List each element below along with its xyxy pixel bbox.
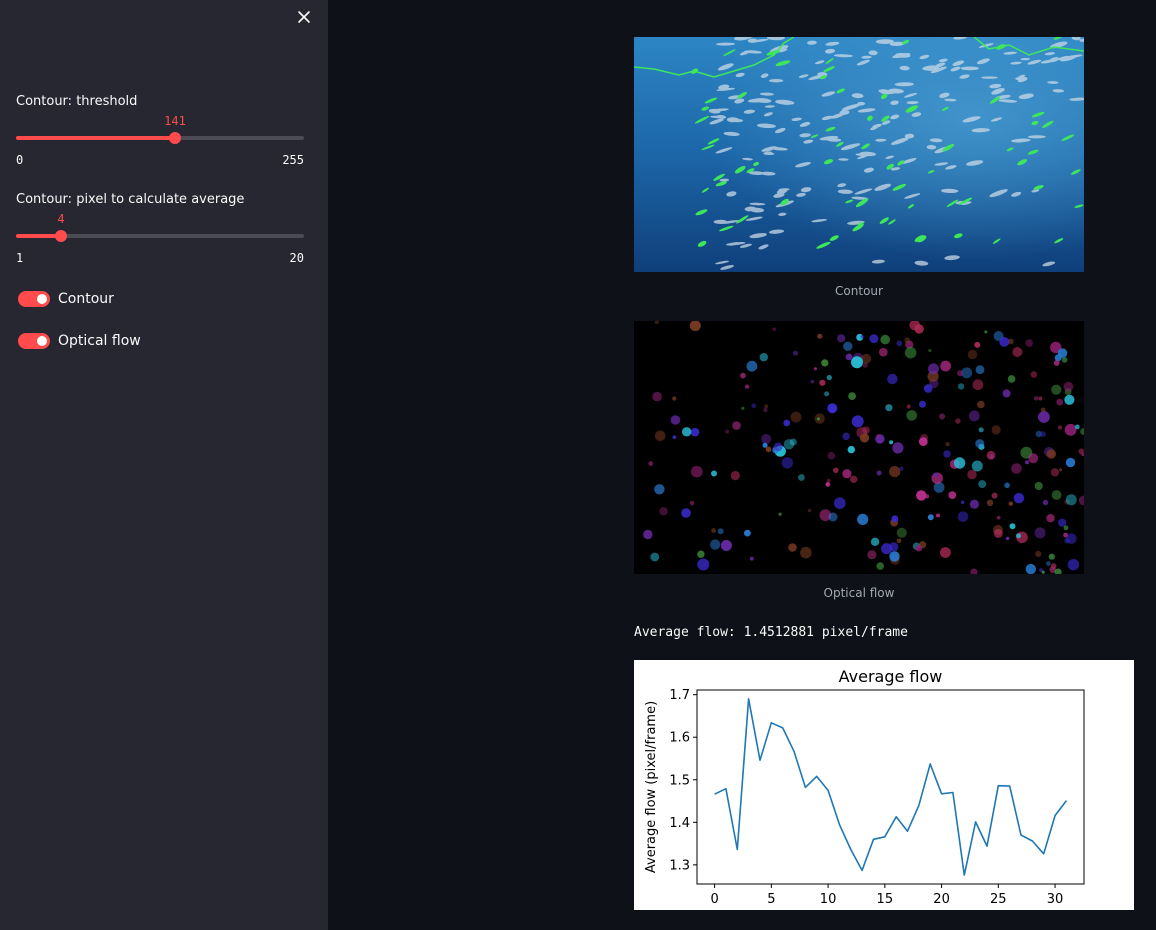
- x-tick-label: 15: [877, 892, 894, 907]
- contour-caption: Contour: [835, 284, 883, 298]
- contour-toggle[interactable]: Contour: [18, 291, 114, 307]
- sidebar: Contour: threshold 141 0 255 Contour: pi…: [0, 0, 328, 930]
- slider-track[interactable]: [16, 230, 304, 242]
- y-tick-label: 1.4: [669, 816, 690, 831]
- chart-title: Average flow: [839, 667, 943, 686]
- x-tick-label: 20: [933, 892, 950, 907]
- toggle-label: Contour: [58, 291, 114, 307]
- average-flow-text: Average flow: 1.4512881 pixel/frame: [634, 625, 908, 640]
- threshold-slider: Contour: threshold 141 0 255: [16, 94, 304, 174]
- x-tick-label: 5: [767, 892, 775, 907]
- slider-max: 255: [282, 153, 304, 167]
- x-tick-label: 0: [710, 892, 718, 907]
- slider-max: 20: [289, 251, 304, 265]
- optical-flow-caption: Optical flow: [823, 586, 895, 600]
- average-flow-chart: Average flow Average flow (pixel/frame) 1.…: [634, 660, 1134, 910]
- optical-flow-image: [634, 321, 1084, 574]
- x-tick-label: 30: [1047, 892, 1064, 907]
- toggle-label: Optical flow: [58, 333, 141, 349]
- y-tick-label: 1.6: [669, 731, 690, 746]
- close-icon[interactable]: [294, 7, 314, 27]
- optical-flow-toggle[interactable]: Optical flow: [18, 333, 141, 349]
- toggle-switch[interactable]: [18, 333, 50, 349]
- slider-value: 4: [57, 212, 65, 226]
- slider-label: Contour: pixel to calculate average: [16, 192, 245, 207]
- slider-value: 141: [164, 114, 186, 128]
- y-tick-label: 1.7: [669, 688, 690, 703]
- x-tick-label: 25: [990, 892, 1007, 907]
- series-line: [714, 698, 1068, 876]
- slider-thumb[interactable]: [55, 230, 67, 242]
- contour-image: [634, 37, 1084, 272]
- slider-track[interactable]: [16, 132, 304, 144]
- slider-min: 1: [16, 251, 24, 265]
- y-tick-label: 1.5: [669, 773, 690, 788]
- pixel-average-slider: Contour: pixel to calculate average 4 1 …: [16, 192, 304, 272]
- slider-label: Contour: threshold: [16, 94, 138, 109]
- slider-fill: [16, 136, 175, 140]
- y-tick-label: 1.3: [669, 858, 690, 873]
- y-axis-label: Average flow (pixel/frame): [644, 701, 659, 873]
- slider-thumb[interactable]: [169, 132, 181, 144]
- plot-frame: [696, 689, 1085, 885]
- slider-min: 0: [16, 153, 24, 167]
- x-tick-label: 10: [820, 892, 837, 907]
- toggle-switch[interactable]: [18, 291, 50, 307]
